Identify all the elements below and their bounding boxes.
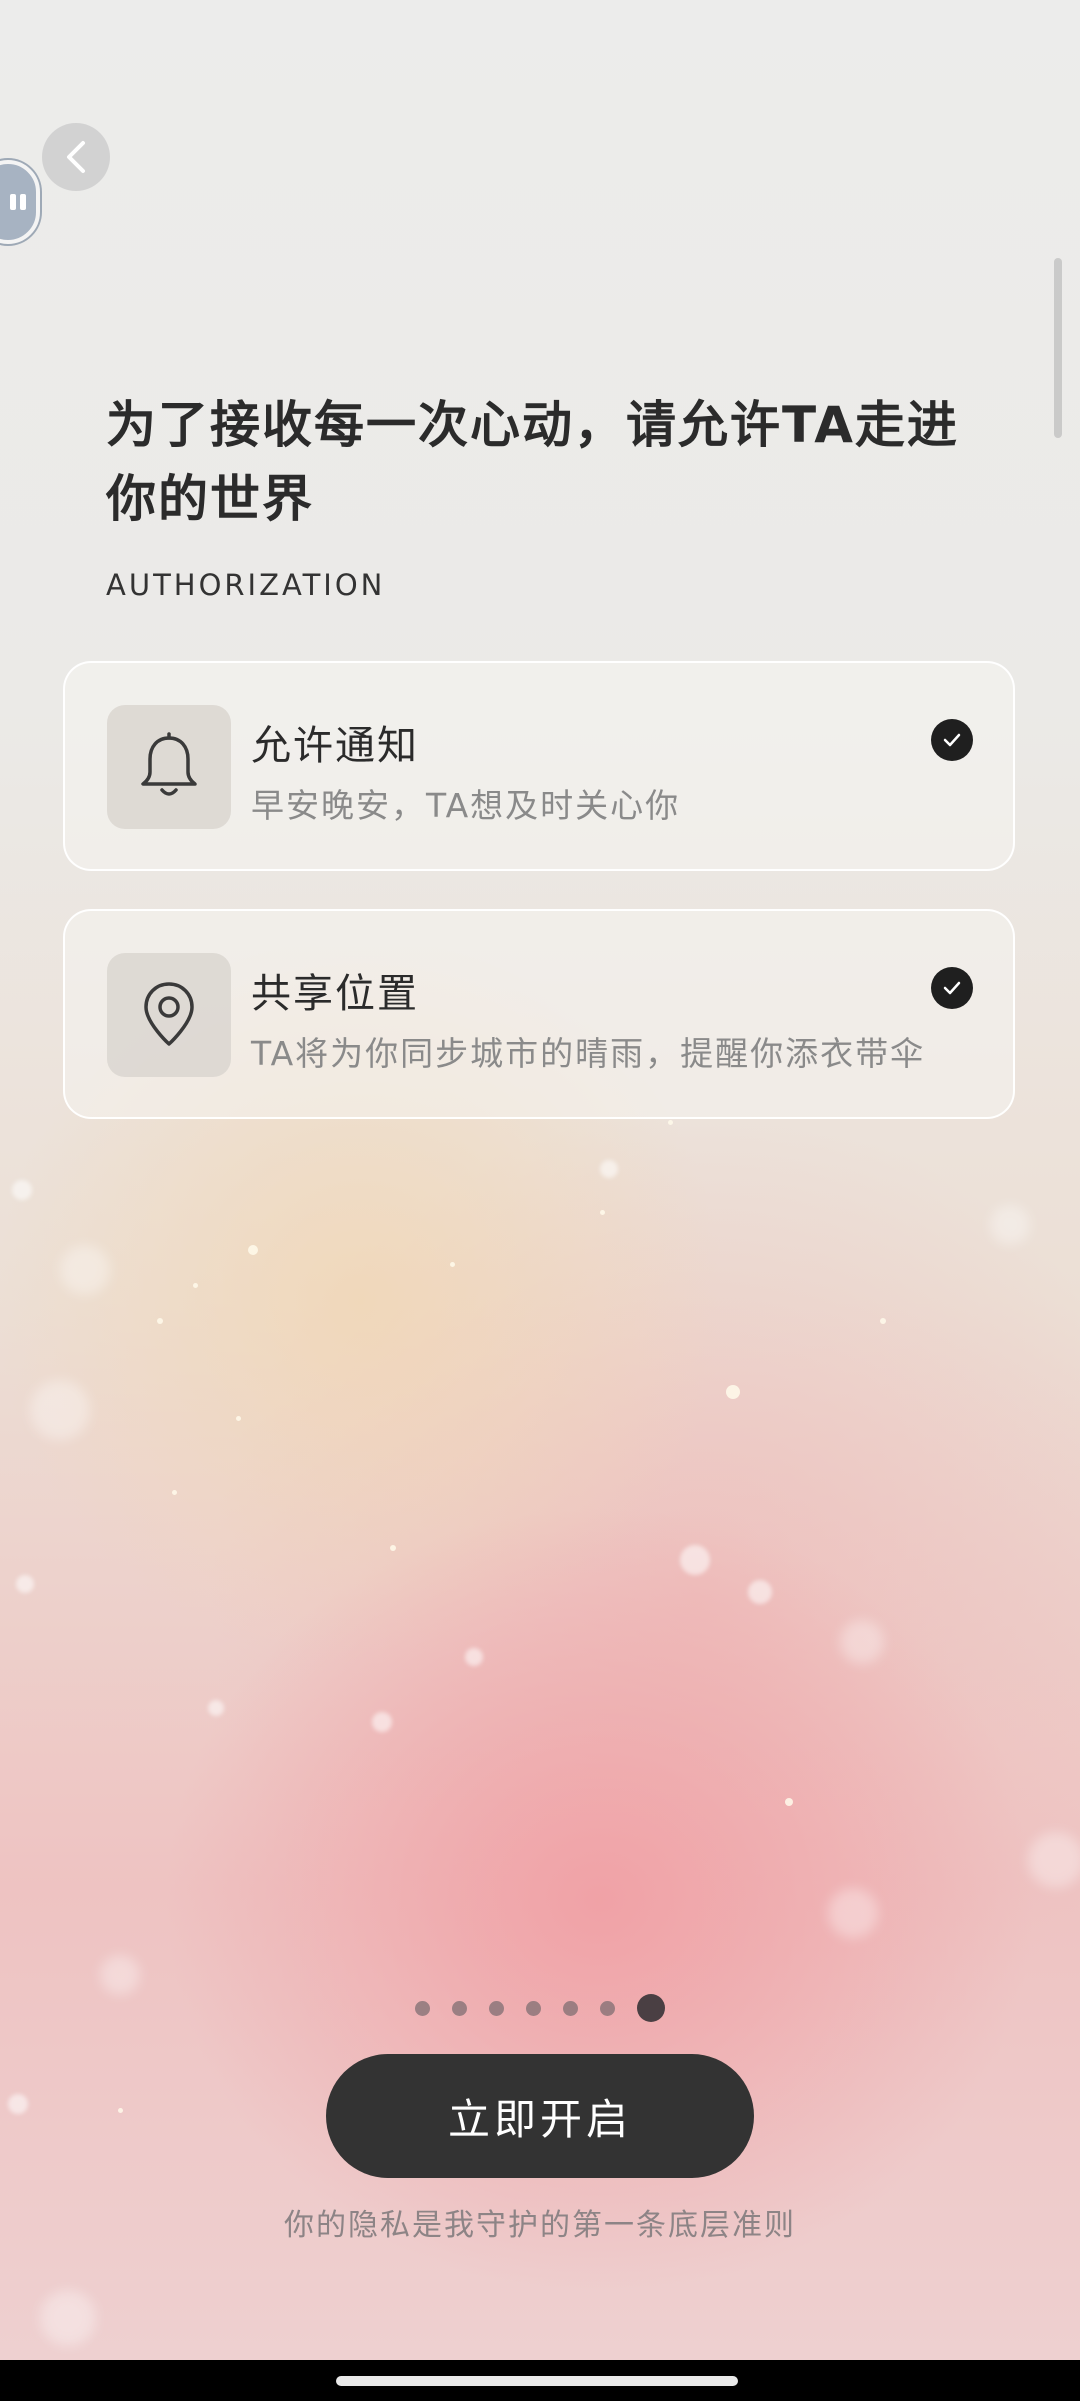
permission-title: 允许通知: [251, 723, 419, 769]
page-indicator: [0, 1994, 1080, 2022]
page-dot: [452, 2000, 467, 2016]
pause-icon: [6, 194, 26, 210]
page-subtitle: AUTHORIZATION: [106, 568, 386, 602]
permission-card-notification[interactable]: 允许通知 早安晚安，TA想及时关心你: [63, 661, 1015, 871]
page-dot: [600, 2000, 615, 2016]
privacy-note: 你的隐私是我守护的第一条底层准则: [284, 2208, 796, 2243]
bell-icon: [107, 705, 231, 829]
check-icon[interactable]: [931, 719, 973, 761]
back-button[interactable]: [42, 123, 110, 191]
page-dot: [563, 2000, 578, 2016]
permission-card-location[interactable]: 共享位置 TA将为你同步城市的晴雨，提醒你添衣带伞: [63, 909, 1015, 1119]
permission-description: 早安晚安，TA想及时关心你: [251, 786, 681, 825]
page-dot: [526, 2000, 541, 2016]
scrollbar-thumb[interactable]: [1054, 258, 1062, 438]
permission-description: TA将为你同步城市的晴雨，提醒你添衣带伞: [251, 1034, 926, 1073]
check-icon[interactable]: [931, 967, 973, 1009]
home-indicator[interactable]: [336, 2376, 738, 2386]
chevron-left-icon: [61, 137, 91, 177]
page-dot-active: [637, 1994, 665, 2022]
page-dot: [489, 2000, 504, 2016]
page-dot: [415, 2000, 430, 2016]
permission-title: 共享位置: [251, 971, 419, 1017]
location-pin-icon: [107, 953, 231, 1077]
page-title: 为了接收每一次心动，请允许TA走进你的世界: [106, 396, 959, 528]
enable-now-button[interactable]: 立即开启: [326, 2054, 754, 2178]
